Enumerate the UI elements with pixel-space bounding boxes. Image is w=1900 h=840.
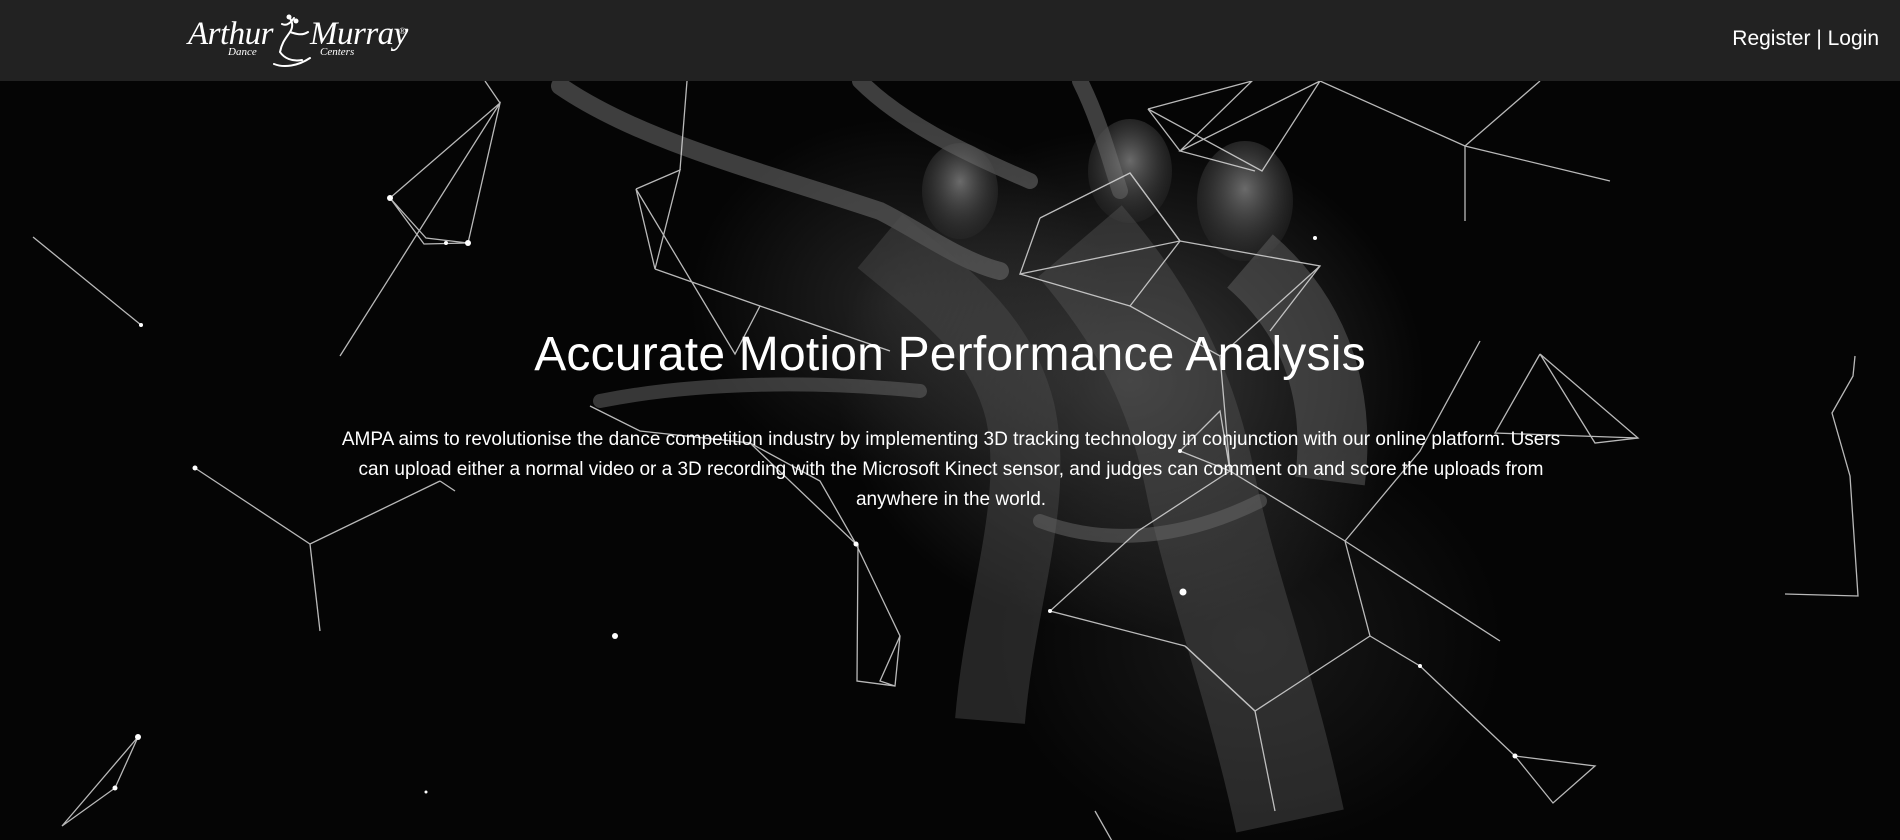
auth-separator: | [1810, 27, 1828, 50]
top-navbar: Arthur Murray ® Dance Centers Register |… [0, 0, 1900, 81]
arthur-murray-logo[interactable]: Arthur Murray ® Dance Centers [188, 12, 408, 68]
logo-sub-centers: Centers [320, 46, 355, 58]
register-link[interactable]: Register [1732, 27, 1810, 50]
dancer-silhouette-logo-icon [273, 14, 311, 67]
logo-sub-dance: Dance [228, 46, 257, 58]
login-link[interactable]: Login [1828, 27, 1879, 50]
auth-links: Register | Login [1732, 27, 1879, 51]
logo-registered-mark: ® [399, 26, 406, 36]
hero-headline: Accurate Motion Performance Analysis [534, 328, 1366, 381]
hero-description: AMPA aims to revolutionise the dance com… [341, 429, 1561, 510]
hero-banner: Accurate Motion Performance Analysis AMP… [0, 81, 1900, 840]
